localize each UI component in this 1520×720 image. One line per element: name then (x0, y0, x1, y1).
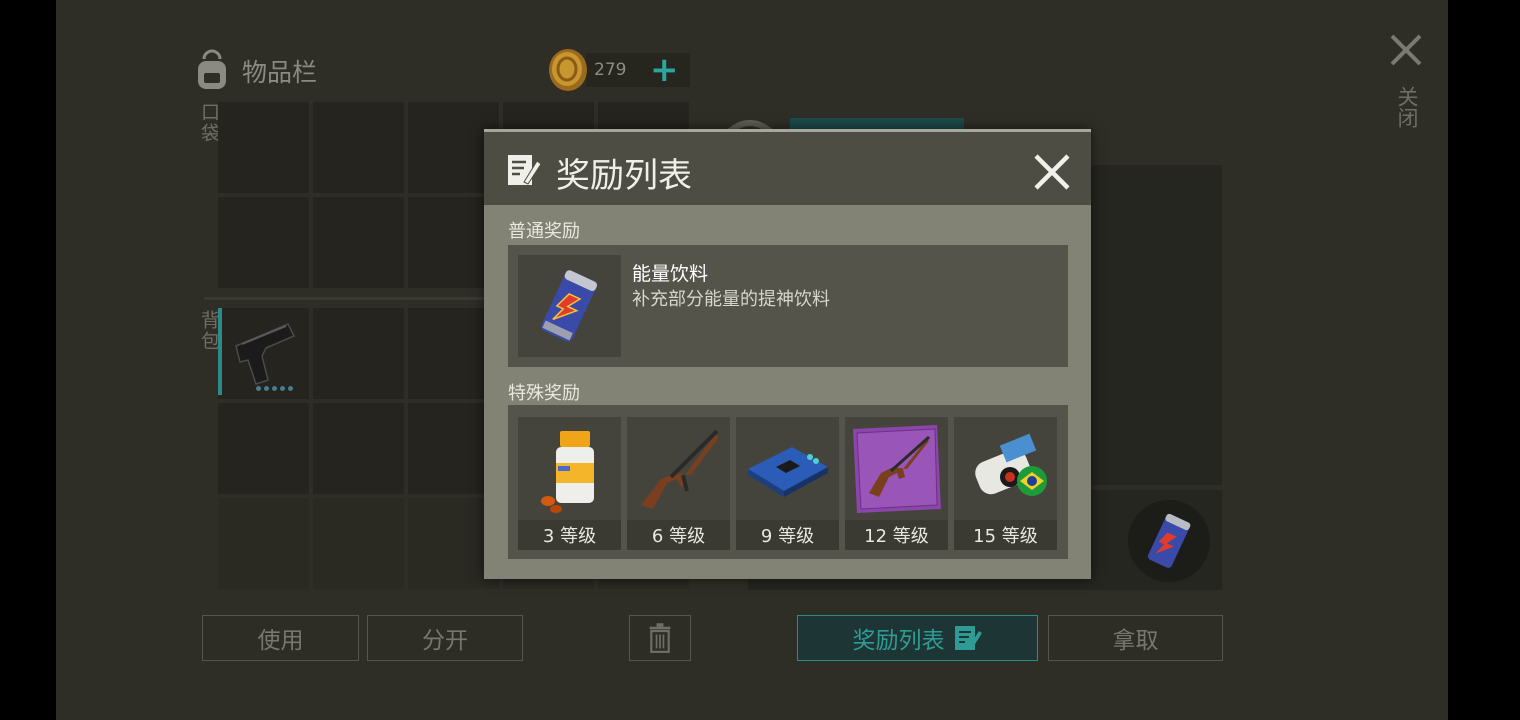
reward-list-button[interactable]: 奖励列表 (797, 615, 1038, 661)
pocket-slot[interactable] (313, 102, 404, 193)
inventory-title: 物品栏 (242, 58, 318, 87)
special-reward-heading: 特殊奖励 (508, 383, 580, 404)
normal-reward-heading: 普通奖励 (508, 221, 580, 242)
close-icon[interactable] (1388, 32, 1424, 68)
currency-amount: 279 (594, 60, 627, 80)
dialog-title: 奖励列表 (556, 156, 692, 196)
reward-list-button-label: 奖励列表 (852, 628, 945, 654)
close-label[interactable]: 关闭 (1392, 86, 1422, 128)
backpack-slot[interactable] (313, 498, 404, 589)
vitamin-bottle-icon (541, 431, 594, 513)
assault-rifle-icon (641, 429, 719, 509)
special-reward-item[interactable]: 6 等级 (627, 417, 730, 550)
special-reward-item[interactable]: 15 等级 (954, 417, 1057, 550)
special-reward-list: 3 等级 6 等级 9 等级 12 等级 15 等级 (508, 405, 1068, 559)
level-label: 9 等级 (736, 520, 839, 550)
pocket-slot[interactable] (218, 102, 309, 193)
ammo-dots (256, 386, 293, 391)
backpack-slot[interactable] (313, 403, 404, 494)
pocket-slot[interactable] (218, 197, 309, 288)
special-reward-item[interactable]: 3 等级 (518, 417, 621, 550)
pocket-slot[interactable] (313, 197, 404, 288)
normal-reward-item: 能量饮料 补充部分能量的提神饮料 (508, 245, 1068, 367)
note-edit-icon (954, 626, 982, 650)
energy-drink-icon (541, 270, 598, 342)
dialog-header: 奖励列表 (484, 129, 1091, 205)
use-button[interactable]: 使用 (202, 615, 359, 661)
inventory-header: 物品栏 (190, 46, 317, 96)
brazil-skin-item-icon (975, 433, 1047, 496)
reward-preview-circle (1128, 500, 1210, 582)
rifle-blueprint-icon (853, 425, 941, 513)
level-label: 6 等级 (627, 520, 730, 550)
add-currency-button[interactable]: + (650, 53, 679, 87)
take-button[interactable]: 拿取 (1048, 615, 1223, 661)
energy-drink-icon (1147, 513, 1191, 568)
backpack-slot[interactable] (218, 403, 309, 494)
split-button[interactable]: 分开 (367, 615, 523, 661)
item-thumbnail (518, 255, 621, 357)
reward-list-dialog: 奖励列表 普通奖励 能量饮料 补充部分能量的提神饮料 特殊奖励 3 等级 6 等… (484, 129, 1091, 579)
level-label: 3 等级 (518, 520, 621, 550)
circuit-board-icon (748, 447, 828, 497)
delete-button[interactable] (629, 615, 691, 661)
item-name: 能量饮料 (632, 263, 709, 285)
backpack-icon (198, 49, 226, 89)
backpack-slot[interactable] (313, 308, 404, 399)
backpack-slot[interactable] (218, 498, 309, 589)
backpack-slot-pistol[interactable] (218, 308, 309, 399)
close-icon[interactable] (1032, 152, 1072, 192)
trash-icon (649, 623, 671, 653)
coin-icon (549, 49, 587, 91)
level-label: 15 等级 (954, 520, 1057, 550)
currency-display: 279 + (548, 49, 690, 91)
special-reward-item[interactable]: 12 等级 (845, 417, 948, 550)
level-label: 12 等级 (845, 520, 948, 550)
item-description: 补充部分能量的提神饮料 (632, 289, 830, 310)
note-edit-icon (508, 155, 542, 185)
special-reward-item[interactable]: 9 等级 (736, 417, 839, 550)
currency-bar: 279 + (586, 53, 690, 87)
